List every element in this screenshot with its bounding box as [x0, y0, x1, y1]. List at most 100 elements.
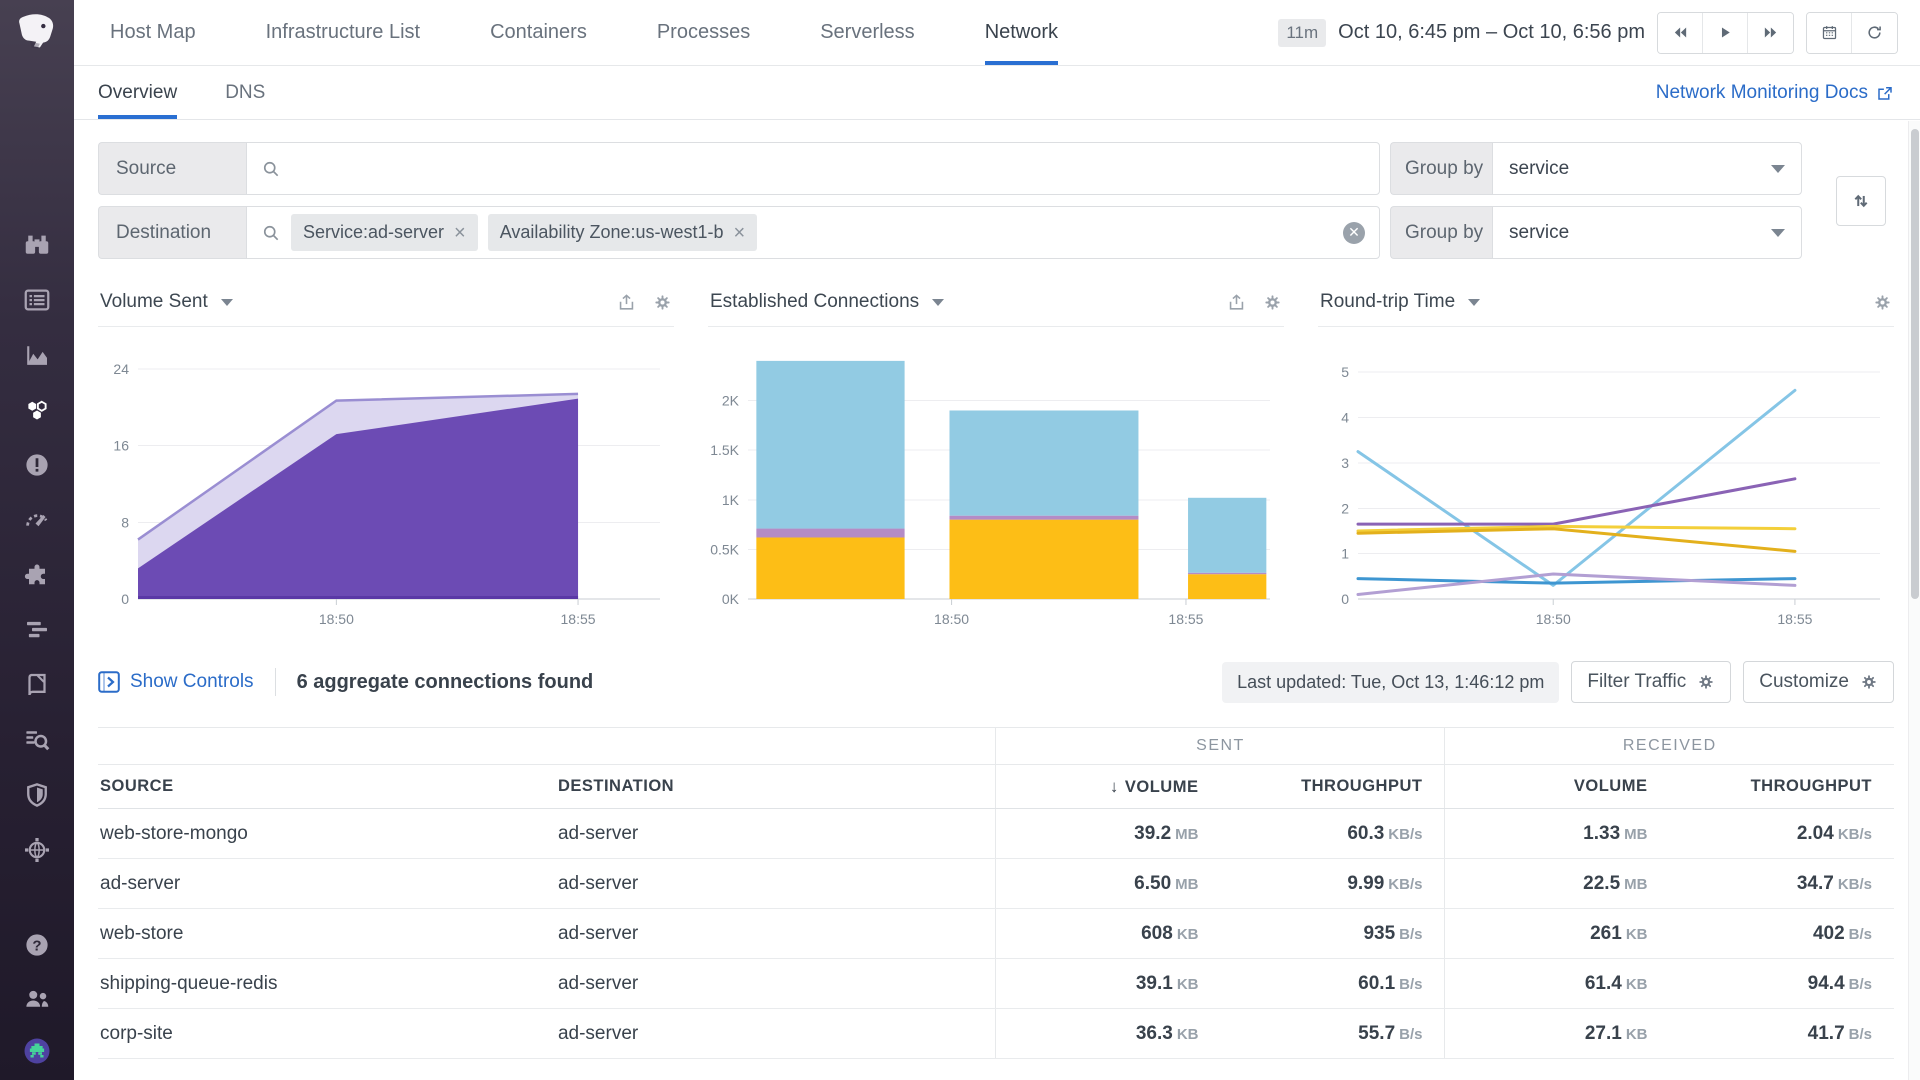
column-header-source[interactable]: SOURCE [98, 765, 556, 809]
log-explorer-icon[interactable] [20, 723, 54, 757]
refresh-button[interactable] [1852, 13, 1897, 53]
metric-value: 60.1 [1358, 973, 1395, 994]
teams-icon[interactable] [20, 981, 54, 1015]
column-header-destination[interactable]: DESTINATION [556, 765, 996, 809]
calendar-refresh-button-group [1806, 12, 1898, 54]
nav-tab-serverless[interactable]: Serverless [820, 0, 914, 65]
table-row[interactable]: corp-sitead-server36.3KB55.7B/s27.1KB41.… [98, 1009, 1894, 1059]
last-updated-badge: Last updated: Tue, Oct 13, 1:46:12 pm [1222, 662, 1559, 703]
table-row[interactable]: shipping-queue-redisad-server39.1KB60.1B… [98, 959, 1894, 1009]
nav-tab-network[interactable]: Network [985, 0, 1058, 65]
gear-icon[interactable] [1263, 293, 1282, 312]
notebooks-icon[interactable] [20, 668, 54, 702]
gear-icon[interactable] [1873, 293, 1892, 312]
svg-text:18:55: 18:55 [561, 611, 596, 627]
destination-filter-input[interactable]: Service:ad-server× Availability Zone:us-w… [246, 206, 1380, 259]
datadog-logo[interactable] [14, 10, 60, 56]
svg-text:1: 1 [1341, 546, 1349, 562]
metrics-icon[interactable] [20, 338, 54, 372]
skip-back-icon [1672, 24, 1689, 41]
search-icon [261, 223, 281, 243]
chart-title[interactable]: Round-trip Time [1320, 291, 1455, 313]
help-icon[interactable]: ? [20, 928, 54, 962]
infrastructure-nav-tabs: Host Map Infrastructure List Containers Pro… [110, 0, 1128, 65]
gear-icon[interactable] [653, 293, 672, 312]
table-row[interactable]: ad-serverad-server6.50MB9.99KB/s22.5MB34… [98, 859, 1894, 909]
column-header-sent-volume[interactable]: ↓VOLUME [996, 765, 1221, 809]
column-header-received-volume[interactable]: VOLUME [1445, 765, 1670, 809]
svg-text:0: 0 [121, 591, 129, 607]
time-duration-badge[interactable]: 11m [1278, 19, 1326, 47]
swap-source-destination-button[interactable] [1836, 176, 1886, 226]
traces-icon[interactable] [20, 613, 54, 647]
nav-tab-processes[interactable]: Processes [657, 0, 750, 65]
play-button[interactable] [1703, 13, 1748, 53]
sub-tab-overview[interactable]: Overview [98, 66, 177, 119]
show-controls-button[interactable]: Show Controls [98, 671, 254, 693]
svg-text:18:50: 18:50 [1536, 611, 1571, 627]
table-column-header-row: SOURCE DESTINATION ↓VOLUME THROUGHPUT VO… [98, 765, 1894, 809]
destination-filter-pills: Service:ad-server× Availability Zone:us-w… [291, 214, 757, 251]
scrollbar-thumb[interactable] [1911, 129, 1919, 599]
svg-text:24: 24 [113, 361, 129, 377]
chevron-down-icon[interactable] [932, 299, 944, 306]
customize-button[interactable]: Customize [1743, 661, 1894, 703]
nav-tab-containers[interactable]: Containers [490, 0, 587, 65]
cell-destination: ad-server [556, 959, 996, 1009]
security-icon[interactable] [20, 778, 54, 812]
time-range-label[interactable]: Oct 10, 6:45 pm – Oct 10, 6:56 pm [1338, 21, 1645, 44]
destination-group-by: Group by service [1390, 206, 1802, 259]
integrations-icon[interactable] [20, 558, 54, 592]
calendar-button[interactable] [1807, 13, 1852, 53]
source-filter-input[interactable] [246, 142, 1380, 195]
nav-tab-host-map[interactable]: Host Map [110, 0, 196, 65]
sidebar-bottom: ? [20, 928, 54, 1080]
table-row[interactable]: web-store-mongoad-server39.2MB60.3KB/s1.… [98, 809, 1894, 859]
apm-icon[interactable] [20, 503, 54, 537]
remove-pill-icon[interactable]: × [454, 226, 466, 240]
column-header-received-throughput[interactable]: THROUGHPUT [1669, 765, 1894, 809]
play-icon [1717, 24, 1734, 41]
filter-traffic-button[interactable]: Filter Traffic [1571, 661, 1731, 703]
table-row[interactable]: web-storead-server608KB935B/s261KB402B/s [98, 909, 1894, 959]
cell-sent-volume: 608KB [996, 909, 1221, 959]
export-icon[interactable] [617, 293, 636, 312]
metric-unit: B/s [1849, 1026, 1872, 1043]
export-icon[interactable] [1227, 293, 1246, 312]
skip-forward-button[interactable] [1748, 13, 1793, 53]
cell-destination: ad-server [556, 859, 996, 909]
svg-text:0.5K: 0.5K [710, 541, 739, 557]
filter-section: Source Group by service [98, 142, 1894, 259]
destination-group-by-select[interactable]: service [1492, 206, 1802, 259]
monitors-icon[interactable] [20, 448, 54, 482]
sub-navigation: Overview DNS Network Monitoring Docs [74, 66, 1920, 120]
page-scrollbar[interactable] [1908, 121, 1920, 1080]
user-avatar-icon[interactable] [20, 1034, 54, 1068]
source-group-by-select[interactable]: service [1492, 142, 1802, 195]
skip-back-button[interactable] [1658, 13, 1703, 53]
svg-text:?: ? [32, 937, 41, 954]
chevron-down-icon[interactable] [1468, 299, 1480, 306]
network-icon[interactable] [20, 833, 54, 867]
infrastructure-icon[interactable] [20, 393, 54, 427]
nav-tab-infrastructure-list[interactable]: Infrastructure List [266, 0, 421, 65]
metric-value: 27.1 [1585, 1023, 1622, 1044]
metric-unit: KB [1626, 976, 1648, 993]
cell-received-throughput: 402B/s [1669, 909, 1894, 959]
source-search-input[interactable] [291, 158, 1365, 180]
chevron-down-icon[interactable] [221, 299, 233, 306]
filter-pill[interactable]: Availability Zone:us-west1-b× [488, 214, 757, 251]
watchdog-icon[interactable] [20, 228, 54, 262]
chart-title[interactable]: Established Connections [710, 291, 919, 313]
metric-value: 9.99 [1347, 873, 1384, 894]
chart-title[interactable]: Volume Sent [100, 291, 208, 313]
network-monitoring-docs-link[interactable]: Network Monitoring Docs [1656, 82, 1894, 104]
dashboards-icon[interactable] [20, 283, 54, 317]
sub-tab-dns[interactable]: DNS [225, 66, 265, 119]
filter-pill[interactable]: Service:ad-server× [291, 214, 478, 251]
source-filter-label: Source [98, 142, 246, 195]
cell-source: shipping-queue-redis [98, 959, 556, 1009]
remove-pill-icon[interactable]: × [734, 226, 746, 240]
column-header-sent-throughput[interactable]: THROUGHPUT [1220, 765, 1445, 809]
clear-filters-icon[interactable]: ✕ [1343, 222, 1365, 244]
